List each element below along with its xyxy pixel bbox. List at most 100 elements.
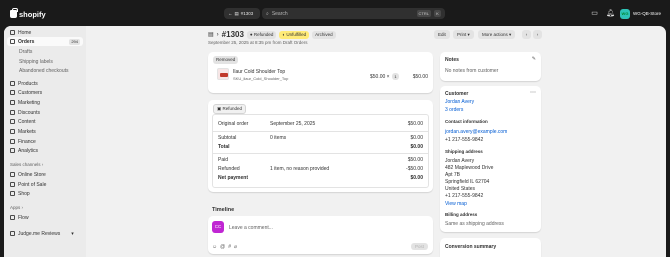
print-button[interactable]: Print ▾ (453, 30, 474, 39)
address-line: Springfield IL 62704 (445, 179, 490, 185)
more-horizontal-icon[interactable]: ⋯ (530, 89, 536, 96)
summary-amount: $0.00 (410, 135, 423, 141)
order-nav-pill[interactable]: ← ▤ #1303 (224, 8, 260, 19)
sidebar-item-label: Orders (18, 38, 35, 45)
store-menu[interactable]: WG WG-QB-Store (620, 8, 661, 19)
sidebar-item-abandoned-checkouts[interactable]: Abandoned checkouts (19, 66, 68, 75)
store-name: WG-QB-Store (633, 11, 662, 16)
status-badge-unfulfilled: ◐ Unfulfilled (279, 30, 310, 39)
summary-amount: $0.00 (410, 144, 423, 150)
product-quantity: 1 (392, 73, 399, 80)
status-badge-refunded: ● Refunded (246, 30, 277, 39)
sidebar-item-label: Point of Sale (18, 181, 47, 188)
shipping-heading: Shipping address (445, 149, 483, 154)
refunded-label: Refunded (222, 106, 243, 111)
chevron-up-icon: ‹ (525, 32, 528, 37)
sidebar-item-customers[interactable]: Customers (10, 88, 42, 97)
sidebar-item-label: Content (18, 118, 36, 125)
summary-amount: $50.00 (407, 157, 423, 163)
content-area: ▤ › #1303 ● Refunded ◐ Unfulfilled Archi… (86, 26, 666, 257)
emoji-icon[interactable]: ☺ (212, 244, 220, 250)
sidebar-item-label: Drafts (19, 48, 33, 55)
top-bar: shopify ← ▤ #1303 ⌕ Search CTRL K ▭ 🔔︎ W… (0, 0, 670, 26)
sidebar-item-markets[interactable]: Markets (10, 127, 36, 136)
chevron-down-icon: ▾ (509, 32, 512, 37)
sidebar-item-home[interactable]: Home (10, 28, 31, 37)
edit-button[interactable]: Edit (434, 30, 450, 39)
sales-channels-heading[interactable]: Sales channels › (10, 162, 43, 167)
sidebar-item-label: Discounts (18, 109, 40, 116)
home-icon (10, 30, 15, 35)
next-order-button[interactable]: › (533, 30, 542, 39)
notes-title: Notes (445, 57, 459, 63)
sidebar-item-judge-me[interactable]: Judge.me Reviews ▾ (10, 229, 74, 238)
sidebar-item-content[interactable]: Content (10, 117, 36, 126)
sidebar-item-shipping-labels[interactable]: Shipping labels (19, 57, 53, 66)
sidebar-item-drafts[interactable]: Drafts (19, 47, 32, 56)
summary-amount: $0.00 (410, 175, 423, 181)
sidebar-item-label: Flow (18, 214, 29, 221)
more-actions-button[interactable]: More actions ▾ (478, 30, 516, 39)
target-icon (10, 100, 15, 105)
edit-icon[interactable]: ✎ (532, 56, 536, 62)
timeline-heading: Timeline (212, 207, 235, 213)
judge-icon (10, 231, 15, 236)
post-button[interactable]: Post (410, 243, 428, 250)
sidebar-item-label: Analytics (18, 147, 39, 154)
sidebar-item-point-of-sale[interactable]: Point of Sale (10, 180, 46, 189)
address-line: United States (445, 186, 476, 192)
apps-heading[interactable]: Apps › (10, 205, 23, 210)
sales-channels-label: Sales channels (10, 162, 41, 167)
previous-order-button[interactable]: ‹ (522, 30, 531, 39)
sidebar-item-finance[interactable]: Finance (10, 137, 36, 146)
sidebar-item-label: Abandoned checkouts (19, 67, 69, 74)
pin-icon: ▾ (71, 230, 74, 237)
shopify-logo[interactable]: shopify (10, 8, 46, 20)
summary-label: Subtotal (218, 135, 237, 141)
summary-label: Refunded (218, 166, 240, 172)
sidebar-item-label: Finance (18, 138, 36, 145)
conversion-summary-card: Conversion summary (440, 238, 541, 257)
sidebar-item-orders[interactable]: Orders 294 (7, 37, 83, 46)
app-frame: shopify ← ▤ #1303 ⌕ Search CTRL K ▭ 🔔︎ W… (0, 0, 670, 257)
summary-label: Paid (218, 157, 229, 163)
sidebar-item-online-store[interactable]: Online Store (10, 170, 46, 179)
sidebar-item-discounts[interactable]: Discounts (10, 108, 40, 117)
sidebar-item-shop[interactable]: Shop (10, 189, 30, 198)
customer-orders-link[interactable]: 3 orders (445, 107, 463, 113)
chevron-right-icon: › (21, 205, 24, 210)
comment-input[interactable]: Leave a comment... (229, 225, 273, 231)
comment-tools: ☺@#⌀ (212, 244, 240, 250)
address-line: Jordan Avery (445, 158, 475, 164)
attachment-icon[interactable]: ⌀ (234, 244, 240, 250)
summary-detail: September 25, 2025 (270, 121, 316, 127)
shortcut-k: K (434, 10, 441, 17)
customer-name-link[interactable]: Jordan Avery (445, 99, 474, 105)
chevron-down-icon: › (536, 32, 539, 37)
customer-email-link[interactable]: jordan.avery@example.com (445, 129, 507, 135)
bell-icon[interactable]: 🔔︎ (606, 9, 615, 18)
sidebar-item-flow[interactable]: Flow (10, 213, 29, 222)
orders-icon (10, 39, 15, 44)
divider (213, 153, 429, 154)
order-icon: ▤ (208, 32, 214, 38)
view-map-link[interactable]: View map (445, 201, 467, 207)
status-label: Refunded (253, 31, 274, 37)
order-pill-label: #1303 (240, 11, 254, 16)
globe-icon (10, 129, 15, 134)
status-label: Unfulfilled (286, 31, 307, 37)
chevron-right-icon: › (41, 162, 44, 167)
inbox-icon[interactable]: ▭ (590, 9, 599, 18)
mention-icon[interactable]: @ (220, 244, 228, 250)
sidebar-item-analytics[interactable]: Analytics (10, 146, 38, 155)
summary-detail: 1 item, no reason provided (270, 166, 330, 172)
product-thumbnail (217, 68, 229, 80)
order-icon: ▤ (234, 10, 239, 16)
sidebar-item-marketing[interactable]: Marketing (10, 98, 40, 107)
sidebar-item-label: Shop (18, 190, 30, 197)
product-line-total: $50.00 (412, 74, 428, 80)
product-name[interactable]: Ilaur Cold Shoulder Top (233, 69, 285, 75)
apps-label: Apps (10, 205, 21, 210)
search-input[interactable]: ⌕ Search CTRL K (262, 8, 445, 19)
sidebar-item-products[interactable]: Products (10, 79, 38, 88)
